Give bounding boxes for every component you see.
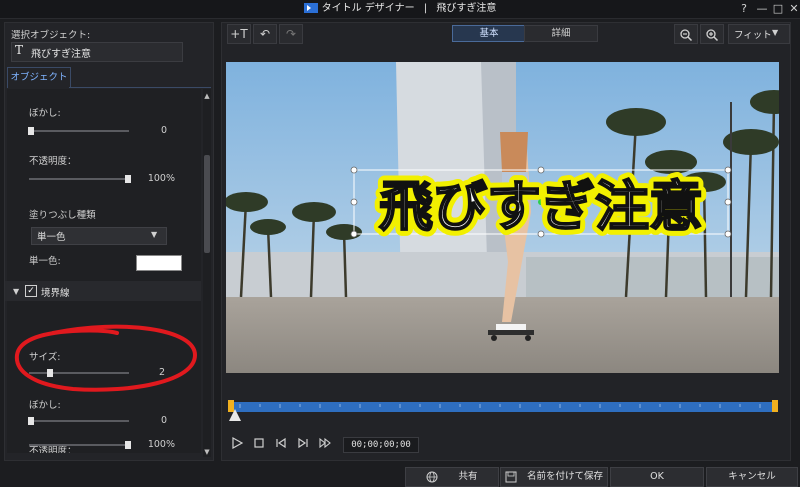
border-opacity-slider-knob[interactable] xyxy=(125,441,131,449)
fast-forward-icon[interactable] xyxy=(318,437,332,451)
stop-icon[interactable] xyxy=(252,437,266,451)
title-separator: | xyxy=(423,3,428,14)
border-blur-value: 0 xyxy=(160,415,167,426)
zoom-in-button[interactable] xyxy=(700,24,724,44)
scrollbar-thumb[interactable] xyxy=(204,155,210,253)
blur-slider-track[interactable] xyxy=(29,130,129,132)
scroll-up-icon[interactable]: ▲ xyxy=(203,91,211,101)
next-frame-icon[interactable] xyxy=(296,437,310,451)
tab-object[interactable]: オブジェクト xyxy=(7,67,71,88)
zoom-out-icon xyxy=(680,28,693,41)
color-swatch[interactable] xyxy=(136,255,182,271)
opacity-value: 100% xyxy=(147,173,175,184)
zoom-fit-value: フィット xyxy=(734,30,772,41)
blur-label: ぼかし: xyxy=(29,108,61,119)
blur-slider-knob[interactable] xyxy=(28,127,34,135)
save-as-label: 名前を付けて保存 xyxy=(526,471,603,482)
opacity-slider-track[interactable] xyxy=(29,178,129,180)
left-panel: 選択オブジェクト: T 飛びすぎ注意 オブジェクト ぼかし: 0 不透明度： 1… xyxy=(4,22,214,461)
selected-object-label: 選択オブジェクト: xyxy=(11,30,91,41)
border-blur-slider-track[interactable] xyxy=(29,420,129,422)
text-object-icon: T xyxy=(15,43,24,57)
help-button[interactable]: ? xyxy=(736,2,752,16)
previous-frame-icon[interactable] xyxy=(274,437,288,451)
add-text-button[interactable]: +T xyxy=(227,24,251,44)
size-value: 2 xyxy=(158,367,165,378)
ok-button[interactable]: OK xyxy=(610,467,704,487)
dropdown-arrow-icon: ▼ xyxy=(151,230,158,239)
border-blur-label: ぼかし: xyxy=(29,400,61,411)
title-text-outline: 飛びすぎ注意 xyxy=(379,175,703,238)
cancel-button[interactable]: キャンセル xyxy=(706,467,798,487)
trim-end-marker[interactable] xyxy=(772,400,778,412)
fill-type-label: 塗りつぶし種類 xyxy=(29,210,96,221)
fill-type-value: 単一色 xyxy=(37,232,66,243)
opacity-slider-knob[interactable] xyxy=(125,175,131,183)
save-as-button[interactable]: 名前を付けて保存 xyxy=(500,467,608,487)
globe-icon xyxy=(426,471,438,482)
zoom-out-button[interactable] xyxy=(674,24,698,44)
play-icon[interactable] xyxy=(230,436,244,451)
border-opacity-slider-track[interactable] xyxy=(29,444,129,446)
chevron-down-icon[interactable]: ▼ xyxy=(13,287,19,296)
minimize-button[interactable]: — xyxy=(754,2,770,16)
border-opacity-value: 100% xyxy=(147,439,175,450)
timecode-display: 00;00;00;00 xyxy=(343,437,419,453)
size-slider-track[interactable] xyxy=(29,372,129,374)
border-blur-slider-knob[interactable] xyxy=(28,417,34,425)
app-name: タイトル デザイナー xyxy=(321,3,415,14)
opacity-label: 不透明度： xyxy=(29,156,77,167)
scroll-down-icon[interactable]: ▼ xyxy=(203,447,211,457)
zoom-in-icon xyxy=(706,28,719,41)
single-color-label: 単一色: xyxy=(29,256,61,267)
redo-button[interactable]: ↷ xyxy=(279,24,303,44)
save-icon xyxy=(505,471,517,482)
properties-scrollbar[interactable] xyxy=(203,89,211,457)
preview-scene: 飛びすぎ注意 飛びすぎ注意 xyxy=(226,62,779,373)
size-label: サイズ: xyxy=(29,352,61,363)
properties-scroll-area: ぼかし: 0 不透明度： 100% 塗りつぶし種類 単一色: サイズ: 2 ぼか… xyxy=(7,89,201,453)
playhead-icon[interactable] xyxy=(229,409,241,421)
tab-detail[interactable]: 詳細 xyxy=(524,25,598,42)
video-preview[interactable]: 飛びすぎ注意 飛びすぎ注意 xyxy=(226,62,779,373)
chevron-down-icon: ▼ xyxy=(772,28,779,37)
close-button[interactable]: ✕ xyxy=(786,2,800,16)
tab-divider xyxy=(69,87,211,88)
document-name: 飛びすぎ注意 xyxy=(436,3,497,14)
timeline-ticks xyxy=(239,404,761,408)
app-logo-icon xyxy=(303,3,318,13)
object-name-value: 飛びすぎ注意 xyxy=(31,49,91,60)
undo-button[interactable]: ↶ xyxy=(253,24,277,44)
border-section-label: 境界線 xyxy=(41,288,70,299)
border-checkbox[interactable]: ✓ xyxy=(25,285,37,297)
share-label: 共有 xyxy=(458,471,478,482)
tab-basic[interactable]: 基本 xyxy=(452,25,526,42)
window-title: タイトル デザイナー | 飛びすぎ注意 xyxy=(0,2,800,16)
maximize-button[interactable]: □ xyxy=(770,2,786,16)
share-button[interactable]: 共有 xyxy=(405,467,499,487)
blur-value: 0 xyxy=(160,125,167,136)
size-slider-knob[interactable] xyxy=(47,369,53,377)
